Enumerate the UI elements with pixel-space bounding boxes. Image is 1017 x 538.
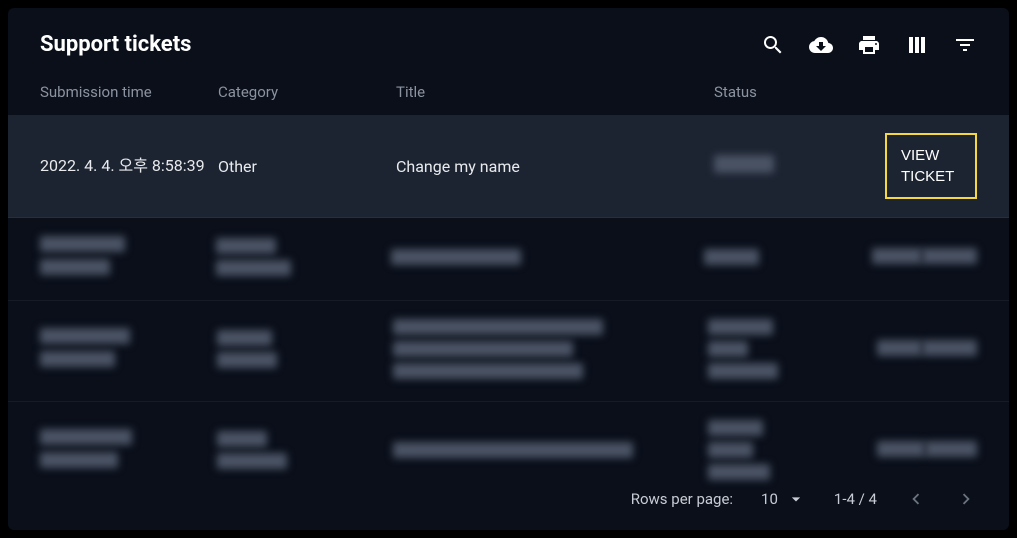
cell-action — [877, 340, 977, 362]
page-title: Support tickets — [40, 32, 191, 57]
page-range: 1-4 / 4 — [834, 490, 877, 508]
toolbar — [761, 33, 977, 57]
next-page-button[interactable] — [955, 488, 977, 510]
cell-status — [714, 155, 884, 177]
cell-action — [877, 441, 977, 463]
pagination-footer: Rows per page: 10 1-4 / 4 — [631, 488, 977, 510]
cell-action: VIEW TICKET — [884, 133, 977, 199]
cell-time — [40, 429, 217, 475]
table-row[interactable] — [8, 218, 1009, 301]
prev-page-button[interactable] — [905, 488, 927, 510]
col-header-category[interactable]: Category — [218, 83, 396, 101]
table-row[interactable]: 2022. 4. 4. 오후 8:58:39 Other Change my n… — [8, 115, 1009, 218]
download-icon[interactable] — [809, 33, 833, 57]
view-ticket-button[interactable]: VIEW TICKET — [885, 133, 977, 199]
col-header-title[interactable]: Title — [396, 83, 714, 101]
cell-category — [217, 431, 393, 473]
cell-category — [216, 238, 391, 280]
table-header: Submission time Category Title Status — [8, 73, 1009, 115]
table-row[interactable] — [8, 301, 1009, 402]
rows-per-page-select[interactable]: 10 — [761, 489, 806, 509]
view-ticket-label: VIEW TICKET — [901, 145, 961, 187]
table-row[interactable] — [8, 402, 1009, 502]
cell-time — [40, 236, 216, 282]
col-header-time[interactable]: Submission time — [40, 83, 218, 101]
cell-status — [708, 319, 877, 383]
cell-category — [217, 330, 393, 372]
page-nav — [905, 488, 977, 510]
cell-title — [393, 319, 708, 383]
columns-icon[interactable] — [905, 33, 929, 57]
cell-title — [391, 249, 705, 269]
cell-time — [40, 328, 217, 374]
cell-title: Change my name — [396, 157, 714, 176]
chevron-down-icon — [786, 489, 806, 509]
cell-category: Other — [218, 157, 396, 176]
cell-time: 2022. 4. 4. 오후 8:58:39 — [40, 154, 218, 178]
cell-action — [872, 248, 977, 270]
rows-per-page-label: Rows per page: — [631, 490, 733, 508]
panel-header: Support tickets — [8, 8, 1009, 73]
cell-title — [393, 442, 708, 462]
cell-status — [704, 249, 872, 269]
col-header-status[interactable]: Status — [714, 83, 884, 101]
col-header-action — [884, 83, 977, 101]
support-tickets-panel: Support tickets Submission time Category… — [8, 8, 1009, 530]
search-icon[interactable] — [761, 33, 785, 57]
rows-per-page-value: 10 — [761, 490, 778, 508]
filter-icon[interactable] — [953, 33, 977, 57]
print-icon[interactable] — [857, 33, 881, 57]
cell-status — [708, 420, 877, 484]
